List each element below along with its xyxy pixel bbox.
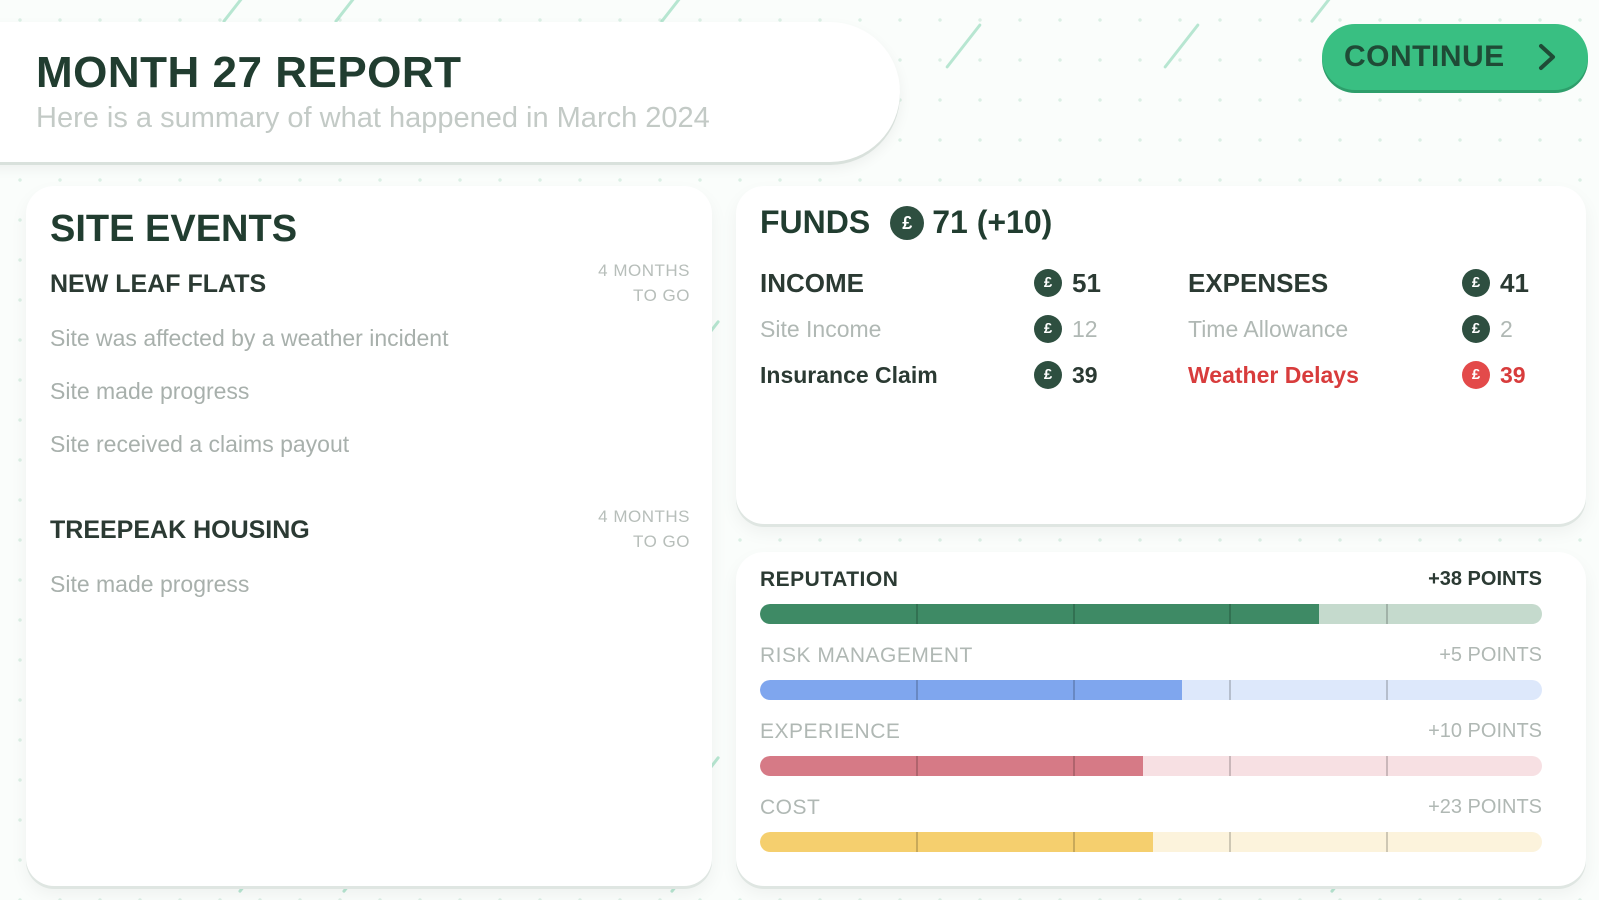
funds-total: 71 (+10) bbox=[932, 204, 1053, 240]
stat-reputation: REPUTATION +38 POINTS bbox=[760, 566, 1542, 624]
coin-icon: £ bbox=[1034, 269, 1062, 297]
chevron-right-icon bbox=[1539, 44, 1555, 70]
ledger-label: Weather Delays bbox=[1188, 361, 1359, 388]
coin-icon: £ bbox=[1462, 361, 1490, 389]
stat-name: COST bbox=[760, 796, 821, 819]
stats-panel: REPUTATION +38 POINTS RISK MANAGEMENT +5… bbox=[736, 552, 1586, 886]
months-remaining-suffix: TO GO bbox=[633, 286, 690, 305]
site-events-title: SITE EVENTS bbox=[50, 208, 298, 250]
stat-bar-tick bbox=[1072, 832, 1075, 852]
stat-experience: EXPERIENCE +10 POINTS bbox=[760, 718, 1542, 776]
background-stroke bbox=[1163, 23, 1200, 69]
ledger-row: Site Income £12 bbox=[760, 306, 1120, 352]
months-remaining-suffix: TO GO bbox=[633, 532, 690, 551]
background-stroke bbox=[659, 0, 684, 24]
stat-cost: COST +23 POINTS bbox=[760, 794, 1542, 852]
stat-risk-management: RISK MANAGEMENT +5 POINTS bbox=[760, 642, 1542, 700]
stat-bar-tick bbox=[1072, 680, 1075, 700]
stat-bar-fill bbox=[760, 832, 1154, 852]
funds-panel: FUNDS £ 71 (+10) INCOME £51 Site Income … bbox=[736, 186, 1586, 524]
ledger-row: Insurance Claim £39 bbox=[760, 352, 1120, 398]
coin-icon: £ bbox=[1462, 315, 1490, 343]
continue-button[interactable]: CONTINUE bbox=[1322, 24, 1588, 90]
ledger-row: Weather Delays £39 bbox=[1188, 352, 1548, 398]
page-title: MONTH 27 REPORT bbox=[36, 48, 462, 97]
stat-points: +10 POINTS bbox=[1428, 720, 1542, 742]
ledger-row: Time Allowance £2 bbox=[1188, 306, 1548, 352]
stat-bar-tick bbox=[1385, 756, 1388, 776]
site-name: NEW LEAF FLATS bbox=[50, 270, 267, 298]
coin-icon: £ bbox=[890, 205, 925, 240]
coin-icon: £ bbox=[1462, 269, 1490, 297]
ledger-label: Site Income bbox=[760, 315, 882, 342]
stat-bar-tick bbox=[1229, 832, 1232, 852]
stat-bar-tick bbox=[1385, 680, 1388, 700]
stat-bar-tick bbox=[1229, 756, 1232, 776]
expenses-total: 41 bbox=[1500, 267, 1529, 298]
stat-bar-tick bbox=[1072, 756, 1075, 776]
funds-header: FUNDS £ 71 (+10) bbox=[760, 204, 1052, 241]
stat-name: EXPERIENCE bbox=[760, 720, 901, 743]
continue-label: CONTINUE bbox=[1344, 40, 1505, 73]
stat-points: +5 POINTS bbox=[1439, 644, 1542, 666]
background-stroke bbox=[1309, 0, 1334, 24]
income-total: 51 bbox=[1072, 267, 1101, 298]
months-remaining: 4 MONTHS TO GO bbox=[598, 504, 690, 554]
background-stroke bbox=[945, 23, 982, 69]
ledger-label: Insurance Claim bbox=[760, 361, 938, 388]
ledger-amount: 39 bbox=[1072, 361, 1098, 388]
site-name: TREEPEAK HOUSING bbox=[50, 516, 310, 544]
funds-title: FUNDS bbox=[760, 204, 871, 240]
stat-points: +23 POINTS bbox=[1428, 796, 1542, 818]
stat-points: +38 POINTS bbox=[1428, 568, 1542, 590]
ledger-label: Time Allowance bbox=[1188, 315, 1349, 342]
stat-bar-tick bbox=[916, 604, 919, 624]
stat-bar-tick bbox=[1385, 832, 1388, 852]
stat-bar-fill bbox=[760, 604, 1320, 624]
site-entry: TREEPEAK HOUSING 4 MONTHS TO GO Site mad… bbox=[50, 507, 690, 598]
stat-bar-fill bbox=[760, 756, 1144, 776]
stat-name: RISK MANAGEMENT bbox=[760, 644, 973, 667]
stat-bar-tick bbox=[1385, 604, 1388, 624]
stat-bar bbox=[760, 832, 1542, 852]
site-event: Site made progress bbox=[50, 378, 250, 404]
stat-bar bbox=[760, 680, 1542, 700]
stat-bar bbox=[760, 604, 1542, 624]
months-remaining-count: 4 MONTHS bbox=[598, 507, 690, 526]
site-entry: NEW LEAF FLATS 4 MONTHS TO GO Site was a… bbox=[50, 261, 690, 458]
background-stroke bbox=[221, 0, 246, 24]
expenses-label: EXPENSES bbox=[1188, 267, 1329, 298]
months-remaining-count: 4 MONTHS bbox=[598, 261, 690, 280]
stat-name: REPUTATION bbox=[760, 568, 899, 591]
stat-bar-tick bbox=[916, 756, 919, 776]
expenses-header: EXPENSES £41 bbox=[1188, 260, 1548, 306]
ledger-amount: 12 bbox=[1072, 315, 1098, 342]
income-column: INCOME £51 Site Income £12 Insurance Cla… bbox=[760, 260, 1120, 398]
stat-bar-fill bbox=[760, 680, 1183, 700]
ledger-amount: 2 bbox=[1500, 315, 1513, 342]
months-remaining: 4 MONTHS TO GO bbox=[598, 258, 690, 308]
site-event: Site made progress bbox=[50, 571, 250, 597]
page-subtitle: Here is a summary of what happened in Ma… bbox=[36, 102, 710, 134]
stat-bar bbox=[760, 756, 1542, 776]
background-stroke bbox=[333, 0, 358, 24]
stat-bar-tick bbox=[1229, 680, 1232, 700]
stat-bar-tick bbox=[1229, 604, 1232, 624]
stat-bar-tick bbox=[916, 832, 919, 852]
coin-icon: £ bbox=[1034, 361, 1062, 389]
site-event: Site was affected by a weather incident bbox=[50, 325, 449, 351]
ledger-amount: 39 bbox=[1500, 361, 1526, 388]
site-events-panel: SITE EVENTS NEW LEAF FLATS 4 MONTHS TO G… bbox=[26, 186, 712, 886]
expenses-column: EXPENSES £41 Time Allowance £2 Weather D… bbox=[1188, 260, 1548, 398]
income-header: INCOME £51 bbox=[760, 260, 1120, 306]
stat-bar-tick bbox=[916, 680, 919, 700]
site-event: Site received a claims payout bbox=[50, 431, 350, 457]
income-label: INCOME bbox=[760, 267, 864, 298]
coin-icon: £ bbox=[1034, 315, 1062, 343]
stat-bar-tick bbox=[1072, 604, 1075, 624]
